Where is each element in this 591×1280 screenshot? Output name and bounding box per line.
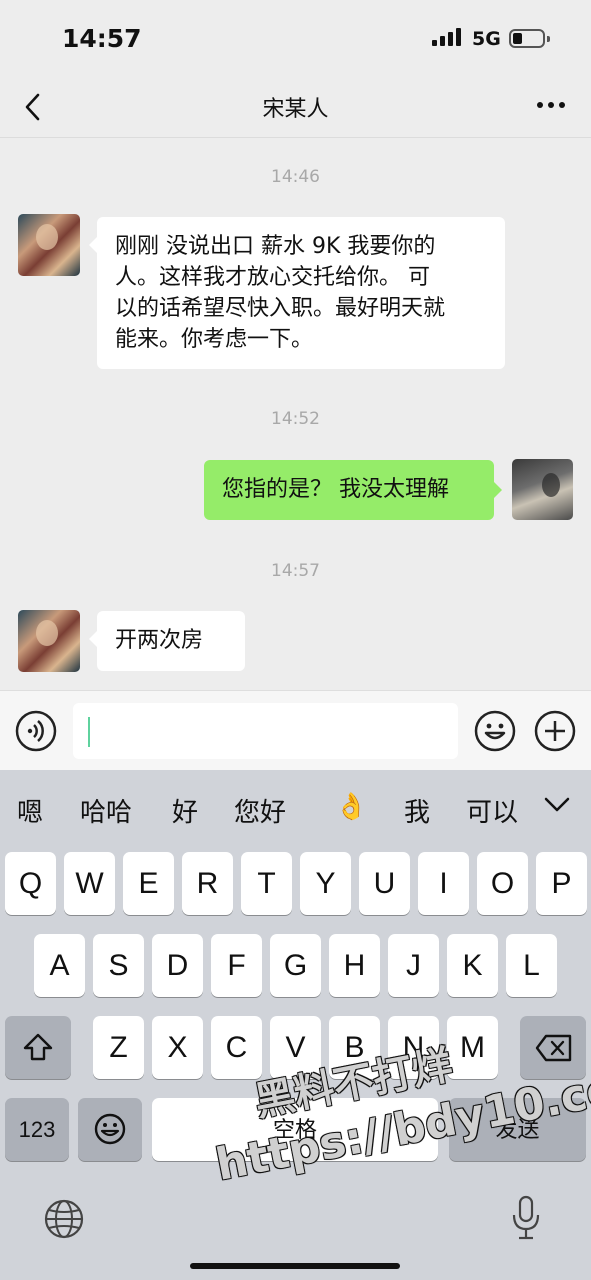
key-e[interactable]: E — [123, 852, 174, 915]
key-f[interactable]: F — [211, 934, 262, 997]
key-o[interactable]: O — [477, 852, 528, 915]
key-b[interactable]: B — [329, 1016, 380, 1079]
candidate-word[interactable]: 嗯 — [17, 792, 43, 829]
message-bubble[interactable]: 刚刚 没说出口 薪水 9K 我要你的 人。这样我才放心交托给你。 可 以的话希望… — [89, 217, 505, 369]
delete-key[interactable] — [520, 1016, 586, 1079]
key-y[interactable]: Y — [300, 852, 351, 915]
emoji-icon — [94, 1113, 126, 1145]
candidate-word[interactable]: 可以 — [466, 792, 524, 829]
key-r[interactable]: R — [182, 852, 233, 915]
numbers-key[interactable]: 123 — [5, 1098, 69, 1161]
more-options-icon[interactable] — [537, 102, 565, 110]
key-z[interactable]: Z — [93, 1016, 144, 1079]
key-n[interactable]: N — [388, 1016, 439, 1079]
key-s[interactable]: S — [93, 934, 144, 997]
keyboard: 嗯 哈哈 好 您好 👌 我 可以 Q W E R T Y U I O P A S… — [0, 770, 591, 1280]
globe-icon[interactable] — [43, 1198, 85, 1240]
key-j[interactable]: J — [388, 934, 439, 997]
emoji-icon[interactable] — [474, 710, 516, 752]
status-bar: 14:57 5G — [0, 0, 591, 76]
message-text-line: 人。这样我才放心交托给你。 可 — [115, 265, 430, 290]
signal-icon — [432, 28, 464, 46]
key-w[interactable]: W — [64, 852, 115, 915]
key-k[interactable]: K — [447, 934, 498, 997]
key-t[interactable]: T — [241, 852, 292, 915]
send-key[interactable]: 发送 — [449, 1098, 586, 1161]
message-text-line: 以的话希望尽快入职。最好明天就 — [115, 296, 446, 321]
candidate-emoji[interactable]: 👌 — [335, 792, 367, 822]
status-time: 14:57 — [62, 24, 142, 53]
backspace-icon — [535, 1034, 572, 1062]
key-g[interactable]: G — [270, 934, 321, 997]
chat-header: 宋某人 — [0, 76, 591, 138]
contact-avatar[interactable] — [18, 214, 80, 276]
network-type: 5G — [472, 28, 501, 50]
key-u[interactable]: U — [359, 852, 410, 915]
key-a[interactable]: A — [34, 934, 85, 997]
key-v[interactable]: V — [270, 1016, 321, 1079]
candidate-word[interactable]: 好 — [172, 792, 198, 829]
shift-icon — [23, 1033, 53, 1061]
message-timestamp: 14:52 — [271, 409, 320, 429]
battery-icon — [509, 29, 550, 48]
message-text-line: 刚刚 没说出口 薪水 9K 我要你的 — [115, 234, 436, 259]
key-d[interactable]: D — [152, 934, 203, 997]
key-p[interactable]: P — [536, 852, 587, 915]
candidate-word[interactable]: 我 — [404, 792, 430, 829]
key-h[interactable]: H — [329, 934, 380, 997]
microphone-icon[interactable] — [510, 1194, 542, 1242]
candidate-word[interactable]: 您好 — [234, 792, 286, 829]
key-l[interactable]: L — [506, 934, 557, 997]
candidate-word[interactable]: 哈哈 — [80, 792, 132, 829]
key-q[interactable]: Q — [5, 852, 56, 915]
emoji-key[interactable] — [78, 1098, 142, 1161]
space-key[interactable]: 空格 — [152, 1098, 438, 1161]
candidate-bar: 嗯 哈哈 好 您好 👌 我 可以 — [0, 770, 591, 848]
chevron-down-icon[interactable] — [543, 796, 571, 814]
shift-key[interactable] — [5, 1016, 71, 1079]
message-text: 开两次房 — [115, 628, 204, 653]
message-timestamp: 14:57 — [271, 561, 320, 581]
key-c[interactable]: C — [211, 1016, 262, 1079]
key-m[interactable]: M — [447, 1016, 498, 1079]
input-bar — [0, 690, 591, 770]
message-timestamp: 14:46 — [271, 167, 320, 187]
add-icon[interactable] — [534, 710, 576, 752]
contact-avatar[interactable] — [18, 610, 80, 672]
message-text-line: 能来。你考虑一下。 — [115, 327, 314, 352]
key-x[interactable]: X — [152, 1016, 203, 1079]
home-indicator — [190, 1263, 400, 1269]
chat-title: 宋某人 — [262, 97, 329, 122]
message-bubble[interactable]: 您指的是？ 我没太理解 — [204, 460, 502, 520]
message-input[interactable] — [73, 703, 458, 759]
message-bubble[interactable]: 开两次房 — [89, 611, 245, 671]
message-text: 您指的是？ 我没太理解 — [222, 477, 449, 502]
text-cursor — [88, 717, 90, 747]
key-i[interactable]: I — [418, 852, 469, 915]
voice-input-icon[interactable] — [15, 710, 57, 752]
my-avatar[interactable] — [512, 459, 573, 520]
